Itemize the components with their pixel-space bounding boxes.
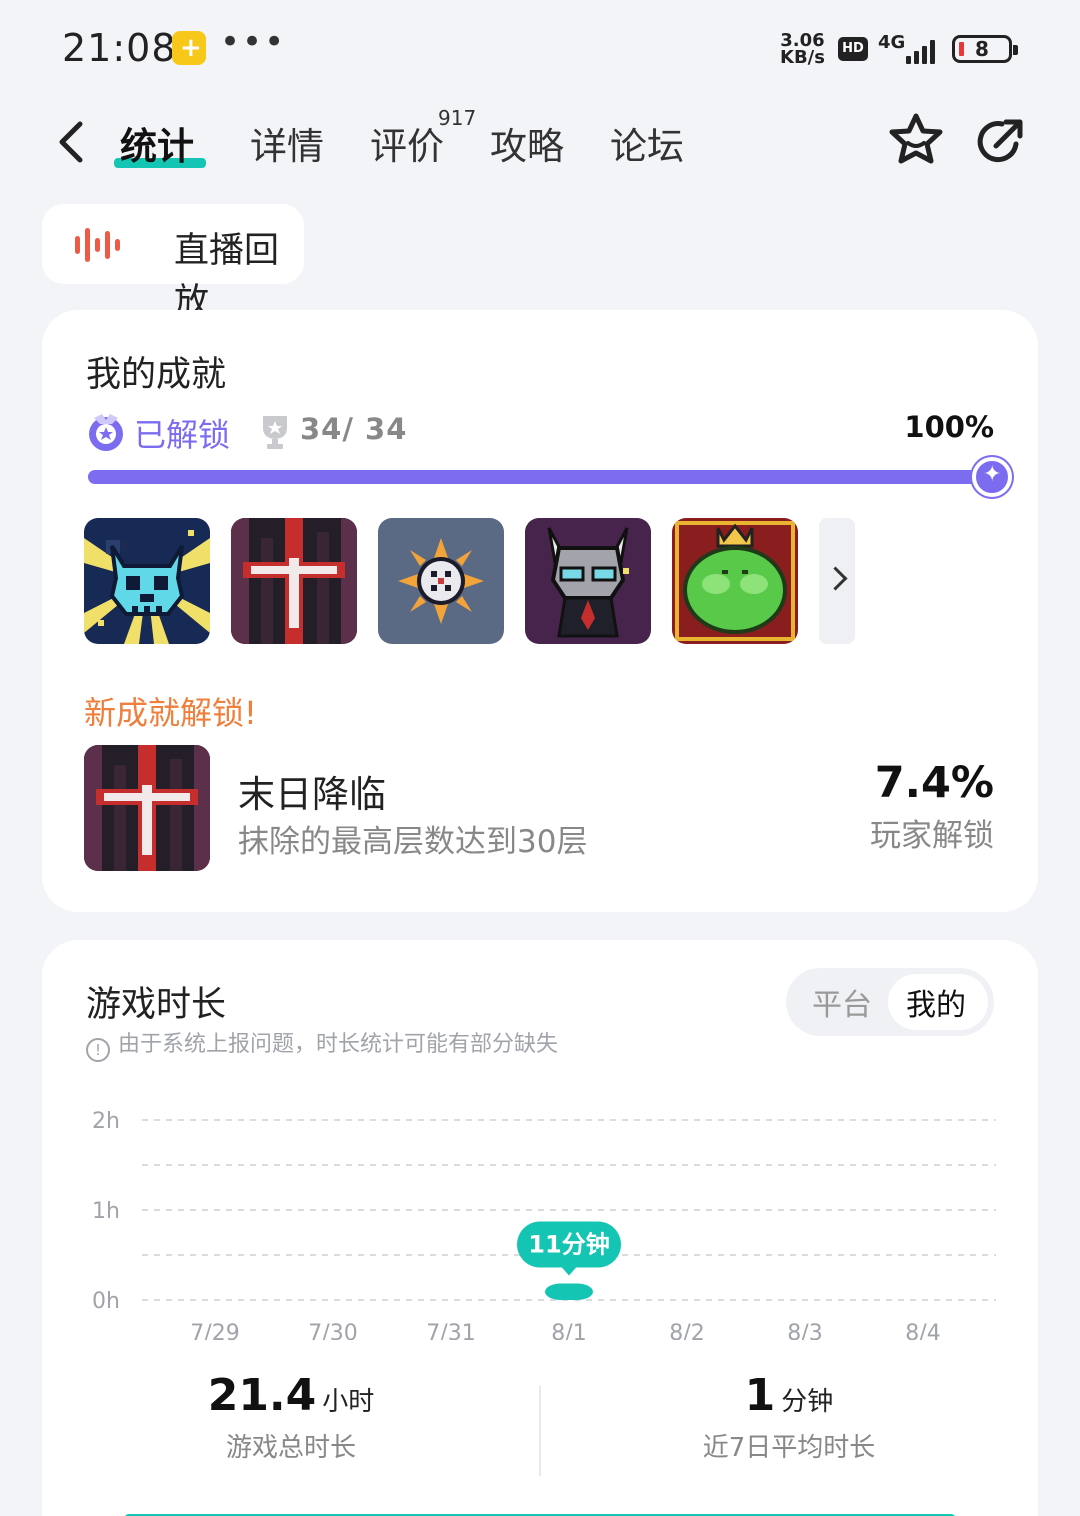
avg-playtime: 1 分钟 近7日平均时长 [540, 1370, 1038, 1464]
hd-icon: HD [838, 37, 868, 61]
live-replay-label: 直播回放 [174, 231, 280, 322]
favorite-star-icon[interactable] [886, 110, 946, 170]
achievements-card: 我的成就 已解锁 34/ 34 100% ✦ 新成就解锁! 末日降临 抹除的最高… [42, 310, 1038, 912]
x-tick-label: 8/2 [669, 1321, 704, 1340]
x-tick-label: 8/1 [551, 1321, 586, 1340]
new-achievement-icon [84, 745, 210, 871]
x-tick-label: 7/29 [190, 1321, 239, 1340]
playtime-notice: ! 由于系统上报问题，时长统计可能有部分缺失 [86, 1026, 558, 1062]
avg-playtime-unit: 分钟 [781, 1387, 834, 1417]
total-playtime: 21.4 小时 游戏总时长 [42, 1370, 540, 1464]
review-count-badge: 917 [438, 106, 477, 130]
achievements-title: 我的成就 [86, 355, 227, 395]
segment-platform[interactable]: 平台 [812, 980, 872, 1024]
playtime-chart: 0h 1h 2h 7/29 7/30 7/31 8/1 8/2 8/3 8/4 11分钟 [92, 1109, 996, 1340]
tab-details[interactable]: 详情 [250, 116, 324, 170]
net-speed: 3.06 KB/s [780, 30, 825, 68]
tab-stats[interactable]: 统计 [120, 116, 194, 170]
battery-level: 8 [975, 37, 989, 61]
achievement-icon-compass[interactable] [378, 518, 504, 644]
status-time: 21:08 [62, 26, 177, 70]
app-notification-icon [172, 31, 206, 65]
y-tick-label: 2h [92, 1109, 120, 1134]
info-icon: ! [86, 1038, 110, 1062]
platform-mine-toggle: 平台 我的 [786, 968, 994, 1036]
achievement-count: 34/ 34 [300, 412, 408, 446]
new-achievement-rate-label: 玩家解锁 [870, 818, 994, 854]
avg-playtime-label: 近7日平均时长 [702, 1433, 876, 1463]
progress-knob-icon [972, 457, 1012, 497]
x-tick-label: 7/30 [308, 1321, 357, 1340]
x-tick-label: 7/31 [426, 1321, 475, 1340]
share-icon[interactable] [972, 114, 1028, 170]
more-achievements-chevron-icon[interactable] [819, 518, 855, 644]
back-icon[interactable] [52, 118, 92, 166]
unlocked-label: 已解锁 [134, 416, 231, 454]
battery-icon: 8 [952, 35, 1018, 63]
achievement-icons [84, 518, 984, 644]
achievement-icon-cross[interactable] [231, 518, 357, 644]
new-achievement-desc: 抹除的最高层数达到30层 [238, 824, 588, 860]
new-achievement-label: 新成就解锁! [84, 694, 257, 732]
segment-mine[interactable]: 我的 [888, 974, 988, 1030]
x-tick-label: 8/3 [787, 1321, 822, 1340]
playtime-stats: 21.4 小时 游戏总时长 1 分钟 近7日平均时长 [42, 1370, 1038, 1480]
highlight-bubble-label: 11分钟 [528, 1231, 609, 1259]
achievement-icon-goat[interactable] [525, 518, 651, 644]
achievement-progress-bar [88, 457, 1012, 497]
achievement-progress-fill [88, 470, 992, 484]
x-tick-label: 8/4 [905, 1321, 940, 1340]
achievement-icon-skull[interactable] [84, 518, 210, 644]
new-achievement-rate: 7.4% [874, 758, 994, 808]
playtime-card: 游戏时长 ! 由于系统上报问题，时长统计可能有部分缺失 平台 我的 0h 1h 2h 7… [42, 940, 1038, 1516]
trophy-icon [263, 416, 287, 449]
medal-icon [89, 414, 123, 451]
achievement-percent: 100% [904, 410, 994, 444]
playtime-notice-text: 由于系统上报问题，时长统计可能有部分缺失 [118, 1032, 559, 1057]
playtime-bar [545, 1283, 593, 1300]
audio-wave-icon [75, 228, 120, 262]
avg-playtime-value: 1 [744, 1370, 776, 1421]
new-achievement-name: 末日降临 [238, 773, 386, 816]
y-tick-label: 1h [92, 1199, 120, 1224]
total-playtime-value: 21.4 [207, 1370, 317, 1421]
achievement-icon-slime[interactable] [672, 518, 798, 644]
tab-reviews[interactable]: 评价 [370, 116, 444, 170]
live-replay-button[interactable]: 直播回放 [42, 204, 304, 322]
total-playtime-label: 游戏总时长 [225, 1433, 356, 1463]
highlight-bubble-pointer [561, 1266, 577, 1276]
playtime-title: 游戏时长 [86, 985, 227, 1025]
signal-icon [900, 36, 940, 64]
status-bar: 21:08 ••• 3.06 KB/s HD 4G 8 [0, 0, 1080, 96]
y-tick-label: 0h [92, 1289, 120, 1314]
more-notifications-icon: ••• [220, 22, 287, 62]
segment-mine-label: 我的 [906, 988, 966, 1023]
total-playtime-unit: 小时 [322, 1387, 375, 1417]
top-nav: 统计 详情 评价 917 攻略 论坛 [0, 96, 1080, 196]
tab-guides[interactable]: 攻略 [490, 116, 564, 170]
tab-forum[interactable]: 论坛 [610, 116, 684, 170]
